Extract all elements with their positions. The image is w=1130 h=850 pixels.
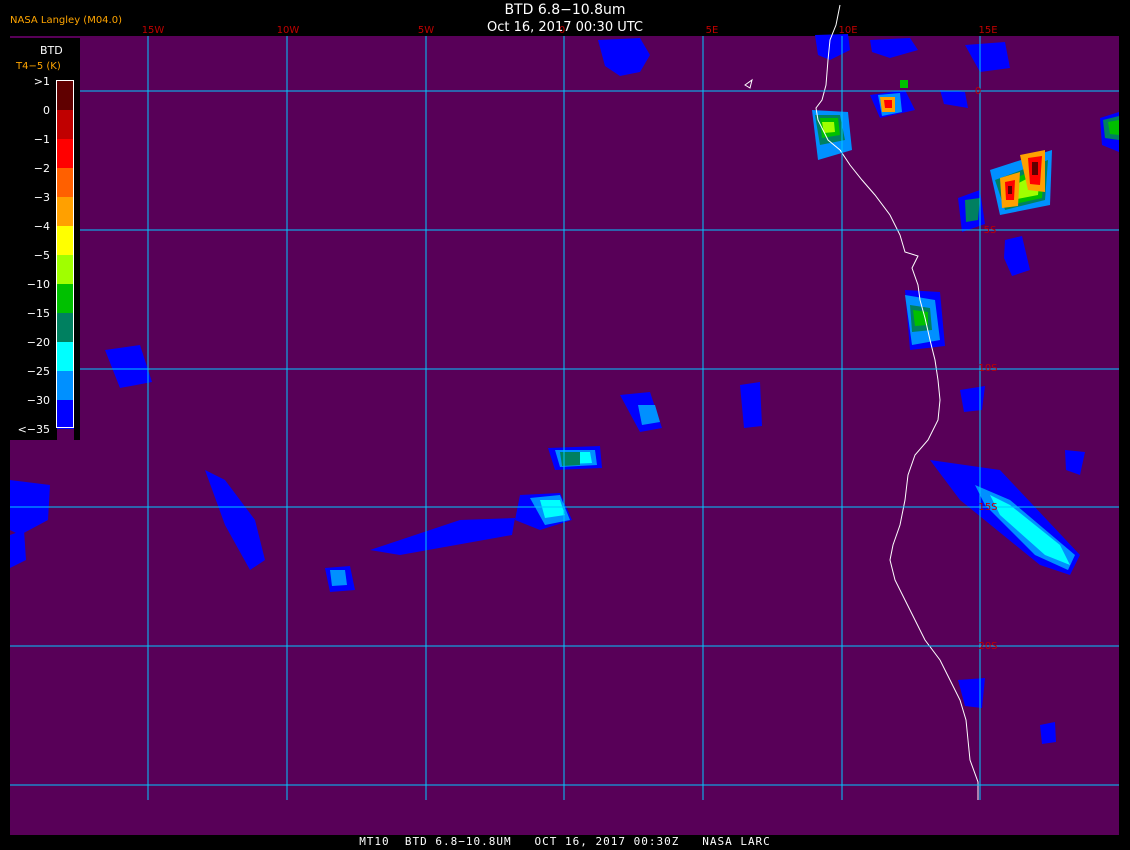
legend-tick-label: −5 xyxy=(33,249,50,262)
legend-tick-label: −10 xyxy=(26,278,50,291)
legend-tick-label: −2 xyxy=(33,162,50,175)
lat-label-0: 0 xyxy=(975,86,981,97)
footer-caption: MT10 BTD 6.8−10.8UM OCT 16, 2017 00:30Z … xyxy=(359,835,771,848)
legend-title: BTD xyxy=(40,44,63,57)
legend-subtitle: T4−5 (K) xyxy=(16,61,61,72)
legend-tick-label: −30 xyxy=(26,394,50,407)
legend-tick-label: −4 xyxy=(33,220,50,233)
legend-frame xyxy=(56,80,74,428)
timestamp: Oct 16, 2017 00:30 UTC xyxy=(487,20,643,35)
lat-label-5s: 5S xyxy=(984,225,997,236)
legend-tick-label: −20 xyxy=(26,336,50,349)
legend-tick-label: <−35 xyxy=(17,423,50,436)
product-title: BTD 6.8−10.8um xyxy=(504,2,626,18)
legend-tick-label: >1 xyxy=(33,75,50,88)
legend-tick-label: −15 xyxy=(26,307,50,320)
lat-label-20s: 20S xyxy=(978,641,997,652)
legend-swatch xyxy=(57,429,74,458)
legend-tick-label: −3 xyxy=(33,191,50,204)
satellite-map: 15W 10W 5W 0 5E 10E 15E 0 5S 10S 15S 20S xyxy=(0,0,1130,850)
legend-tick-label: 0 xyxy=(43,104,50,117)
color-legend: BTD T4−5 (K) >1 0 −1 −2 −3 −4 −5 −10 −15 −20 −25 −3… xyxy=(10,38,80,458)
legend-tick-label: −25 xyxy=(26,365,50,378)
lat-label-15s: 15S xyxy=(978,502,997,513)
lat-label-10s: 10S xyxy=(978,363,997,374)
legend-tick-label: −1 xyxy=(33,133,50,146)
